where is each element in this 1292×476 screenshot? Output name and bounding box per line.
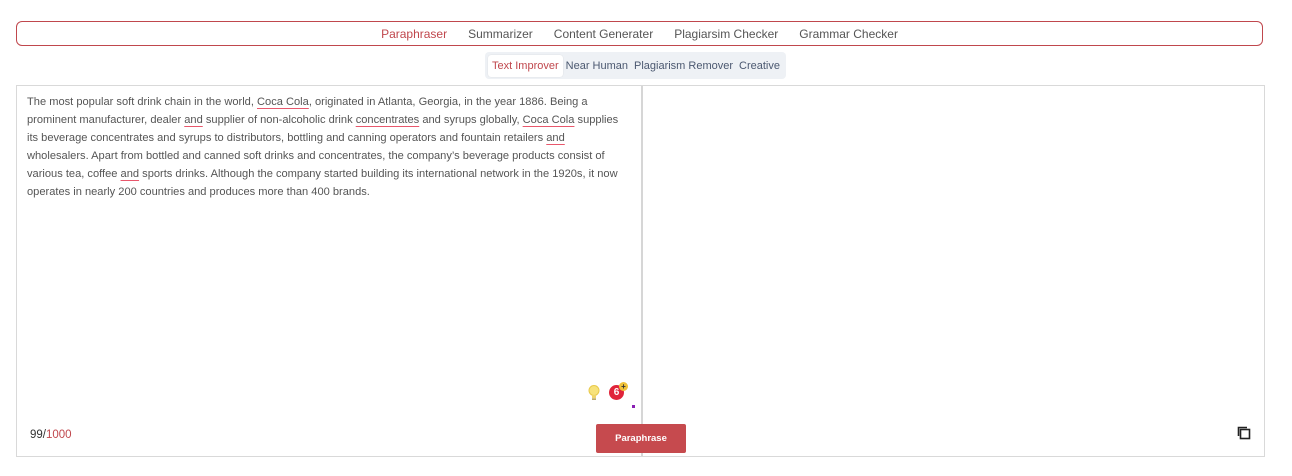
mode-plagiarism-remover[interactable]: Plagiarism Remover xyxy=(631,55,736,77)
word-counter: 99/1000 xyxy=(30,429,72,441)
nav-content-generator[interactable]: Content Generater xyxy=(543,27,663,41)
nav-grammar-checker[interactable]: Grammar Checker xyxy=(789,27,909,41)
status-dot xyxy=(632,405,635,408)
flagged-word[interactable]: and xyxy=(121,168,140,180)
tool-navigation: Paraphraser Summarizer Content Generater… xyxy=(16,21,1263,46)
flagged-word[interactable]: concentrates xyxy=(356,114,420,126)
mode-text-improver[interactable]: Text Improver xyxy=(488,54,563,77)
paraphrase-editor: The most popular soft drink chain in the… xyxy=(16,85,1265,457)
copy-icon[interactable] xyxy=(1236,425,1252,441)
panel-divider xyxy=(641,86,643,456)
nav-summarizer[interactable]: Summarizer xyxy=(458,27,544,41)
text-segment: and syrups globally, xyxy=(419,114,523,127)
nav-plagiarism-checker[interactable]: Plagiarsim Checker xyxy=(664,27,789,41)
grammar-badge-plus: + xyxy=(619,382,628,391)
mode-creative[interactable]: Creative xyxy=(736,55,783,77)
flagged-word[interactable]: Coca Cola xyxy=(257,96,309,108)
text-segment: The most popular soft drink chain in the… xyxy=(27,96,258,108)
word-limit: 1000 xyxy=(46,429,72,441)
input-textarea[interactable]: The most popular soft drink chain in the… xyxy=(27,93,627,202)
nav-paraphraser[interactable]: Paraphraser xyxy=(371,27,458,41)
word-count: 99 xyxy=(30,429,43,441)
text-segment: supplier of non-alcoholic drink xyxy=(202,114,356,127)
mode-tabs: Text Improver Near Human Plagiarism Remo… xyxy=(485,52,786,79)
flagged-word[interactable]: Coca Cola xyxy=(523,114,575,126)
mode-near-human[interactable]: Near Human xyxy=(563,55,631,77)
flagged-word[interactable]: and xyxy=(546,132,565,144)
lightbulb-icon[interactable] xyxy=(587,384,601,402)
flagged-word[interactable]: and xyxy=(184,114,203,126)
paraphrase-button[interactable]: Paraphrase xyxy=(596,424,686,453)
